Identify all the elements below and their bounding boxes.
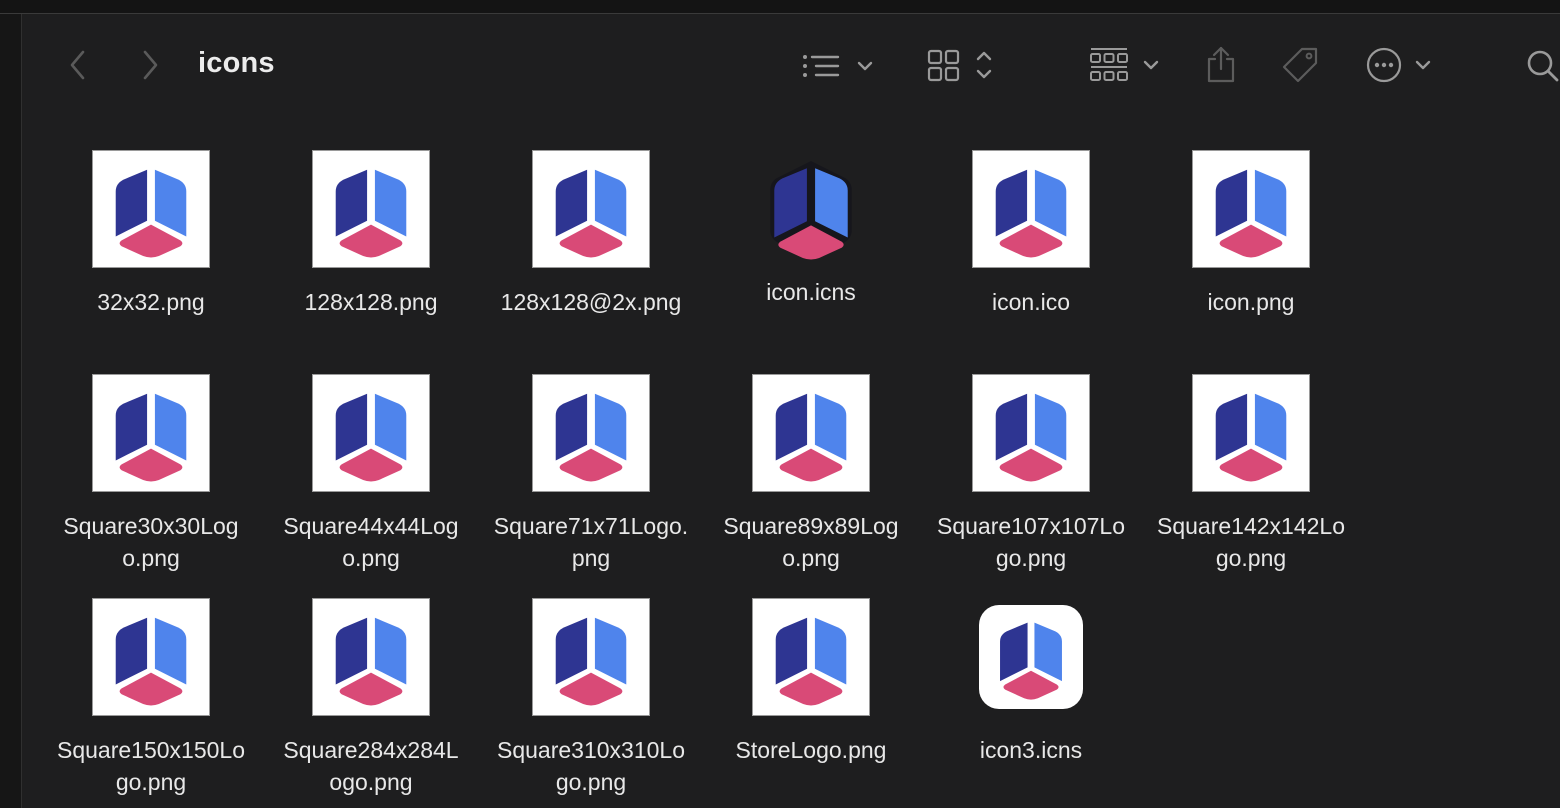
file-thumbnail[interactable] [972, 150, 1090, 268]
file-name-label[interactable]: icon.ico [926, 286, 1136, 318]
back-icon [70, 50, 85, 80]
app-logo-icon [555, 169, 627, 258]
grid-view-button[interactable] [926, 45, 996, 85]
menu-bar-edge [0, 0, 1560, 14]
file-item[interactable]: Square310x310Lo go.png [481, 598, 701, 798]
file-thumbnail[interactable] [532, 150, 650, 268]
file-item[interactable]: StoreLogo.png [701, 598, 921, 766]
app-logo-icon [775, 393, 847, 482]
window-title: icons [198, 47, 275, 79]
file-thumbnail[interactable] [312, 150, 430, 268]
tag-button[interactable] [1279, 45, 1321, 87]
file-name-label[interactable]: icon3.icns [926, 734, 1136, 766]
file-name-label[interactable]: Square284x284L ogo.png [266, 734, 476, 798]
file-thumbnail[interactable] [752, 150, 870, 268]
list-view-icon [803, 55, 873, 77]
file-item[interactable]: Square150x150Lo go.png [41, 598, 261, 798]
file-name-label[interactable]: Square150x150Lo go.png [46, 734, 256, 798]
app-logo-icon [335, 169, 407, 258]
finder-window: icons 32x32.png 128x128.png 128x128@2x.p… [23, 15, 1560, 808]
file-thumbnail[interactable] [92, 374, 210, 492]
file-item[interactable]: Square142x142Lo go.png [1141, 374, 1361, 574]
file-item[interactable]: Square71x71Logo. png [481, 374, 701, 574]
more-actions-button[interactable] [1363, 45, 1437, 85]
toolbar: icons [23, 15, 1560, 115]
app-logo-icon [1215, 169, 1287, 258]
app-logo-icon [995, 169, 1067, 258]
file-name-label[interactable]: icon.icns [706, 276, 916, 308]
file-thumbnail[interactable] [752, 598, 870, 716]
file-item[interactable]: Square107x107Lo go.png [921, 374, 1141, 574]
file-thumbnail[interactable] [972, 374, 1090, 492]
share-button[interactable] [1203, 43, 1239, 87]
more-icon [1366, 47, 1431, 83]
file-name-label[interactable]: Square142x142Lo go.png [1146, 510, 1356, 574]
app-logo-icon [335, 617, 407, 706]
list-view-button[interactable] [798, 49, 880, 83]
file-thumbnail[interactable] [752, 374, 870, 492]
app-logo-icon [1215, 393, 1287, 482]
file-thumbnail[interactable] [312, 374, 430, 492]
file-name-label[interactable]: StoreLogo.png [706, 734, 916, 766]
file-name-label[interactable]: icon.png [1146, 286, 1356, 318]
file-thumbnail[interactable] [532, 598, 650, 716]
file-thumbnail[interactable] [312, 598, 430, 716]
file-thumbnail[interactable] [972, 598, 1090, 716]
app-logo-icon [115, 169, 187, 258]
back-button[interactable] [61, 45, 95, 85]
file-item[interactable]: Square44x44Log o.png [261, 374, 481, 574]
app-logo-icon [115, 617, 187, 706]
file-name-label[interactable]: Square107x107Lo go.png [926, 510, 1136, 574]
file-item[interactable]: 128x128.png [261, 150, 481, 318]
file-name-label[interactable]: Square44x44Log o.png [266, 510, 476, 574]
app-logo-icon [555, 393, 627, 482]
file-item[interactable]: Square89x89Log o.png [701, 374, 921, 574]
app-logo-icon [995, 393, 1067, 482]
app-logo-icon [770, 161, 852, 260]
forward-icon [143, 50, 158, 80]
search-icon [1527, 50, 1559, 82]
file-item[interactable]: Square30x30Log o.png [41, 374, 261, 574]
tag-icon [1282, 47, 1318, 83]
file-name-label[interactable]: Square71x71Logo. png [486, 510, 696, 574]
file-name-label[interactable]: 128x128@2x.png [486, 286, 696, 318]
file-item[interactable]: icon.png [1141, 150, 1361, 318]
app-logo-icon [1000, 622, 1062, 700]
app-logo-icon [555, 617, 627, 706]
file-name-label[interactable]: Square89x89Log o.png [706, 510, 916, 574]
file-name-label[interactable]: 32x32.png [46, 286, 256, 318]
sidebar-edge [0, 14, 22, 808]
file-thumbnail[interactable] [92, 150, 210, 268]
group-button[interactable] [1088, 45, 1162, 85]
file-name-label[interactable]: 128x128.png [266, 286, 476, 318]
file-item[interactable]: Square284x284L ogo.png [261, 598, 481, 798]
file-name-label[interactable]: Square310x310Lo go.png [486, 734, 696, 798]
share-icon [1207, 46, 1235, 83]
search-button[interactable] [1523, 45, 1560, 85]
file-item[interactable]: icon3.icns [921, 598, 1141, 766]
file-thumbnail[interactable] [1192, 374, 1310, 492]
file-item[interactable]: 128x128@2x.png [481, 150, 701, 318]
file-thumbnail[interactable] [532, 374, 650, 492]
file-thumbnail[interactable] [1192, 150, 1310, 268]
app-logo-icon [775, 617, 847, 706]
grid-view-icon [927, 49, 992, 82]
forward-button[interactable] [133, 45, 167, 85]
file-name-label[interactable]: Square30x30Log o.png [46, 510, 256, 574]
file-item[interactable]: icon.ico [921, 150, 1141, 318]
app-logo-icon [335, 393, 407, 482]
group-icon [1090, 48, 1159, 81]
file-item[interactable]: 32x32.png [41, 150, 261, 318]
file-thumbnail[interactable] [92, 598, 210, 716]
file-item[interactable]: icon.icns [701, 150, 921, 308]
app-logo-icon [115, 393, 187, 482]
